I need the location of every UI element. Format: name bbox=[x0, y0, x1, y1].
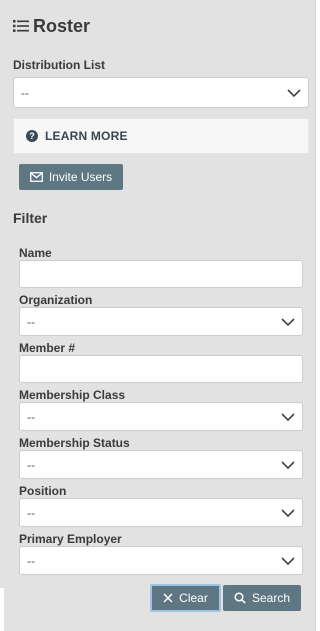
distribution-list-select[interactable]: -- bbox=[13, 77, 309, 108]
primary-employer-select[interactable]: -- bbox=[19, 546, 303, 575]
invite-users-button[interactable]: Invite Users bbox=[19, 164, 123, 190]
name-label: Name bbox=[19, 246, 52, 260]
membership-status-select[interactable]: -- bbox=[19, 450, 303, 479]
page-title: Roster bbox=[13, 14, 90, 38]
primary-employer-label: Primary Employer bbox=[19, 532, 122, 546]
envelope-icon bbox=[29, 172, 43, 182]
clear-button[interactable]: Clear bbox=[150, 584, 221, 612]
chevron-down-icon bbox=[281, 317, 295, 326]
learn-more-link[interactable]: ? LEARN MORE bbox=[13, 118, 309, 154]
roster-panel: Roster Distribution List -- ? LEARN MORE… bbox=[0, 0, 316, 631]
filter-heading: Filter bbox=[13, 210, 48, 226]
page-title-text: Roster bbox=[33, 15, 91, 36]
member-number-input[interactable] bbox=[19, 355, 303, 383]
position-value: -- bbox=[27, 505, 35, 520]
membership-status-value: -- bbox=[27, 457, 35, 472]
search-label: Search bbox=[251, 591, 291, 605]
distribution-list-value: -- bbox=[21, 85, 29, 100]
chevron-down-icon bbox=[281, 460, 295, 469]
learn-more-label: LEARN MORE bbox=[45, 129, 128, 143]
close-icon bbox=[163, 593, 173, 603]
position-select[interactable]: -- bbox=[19, 498, 303, 527]
organization-value: -- bbox=[27, 314, 35, 329]
membership-class-label: Membership Class bbox=[19, 388, 126, 402]
chevron-down-icon bbox=[287, 88, 301, 97]
search-button[interactable]: Search bbox=[223, 585, 301, 611]
search-icon bbox=[234, 592, 246, 604]
name-input[interactable] bbox=[19, 260, 303, 288]
chevron-down-icon bbox=[281, 508, 295, 517]
question-circle-icon: ? bbox=[26, 130, 38, 142]
position-label: Position bbox=[19, 484, 67, 498]
organization-label: Organization bbox=[19, 293, 93, 307]
invite-users-label: Invite Users bbox=[48, 170, 113, 184]
list-icon bbox=[13, 20, 29, 32]
clear-label: Clear bbox=[179, 591, 208, 605]
membership-class-value: -- bbox=[27, 409, 35, 424]
chevron-down-icon bbox=[281, 556, 295, 565]
chevron-down-icon bbox=[281, 412, 295, 421]
distribution-list-label: Distribution List bbox=[13, 58, 105, 72]
member-number-label: Member # bbox=[19, 341, 76, 355]
membership-status-label: Membership Status bbox=[19, 436, 130, 450]
membership-class-select[interactable]: -- bbox=[19, 402, 303, 431]
primary-employer-value: -- bbox=[27, 553, 35, 568]
organization-select[interactable]: -- bbox=[19, 307, 303, 336]
panel-footer-gap bbox=[0, 588, 4, 631]
